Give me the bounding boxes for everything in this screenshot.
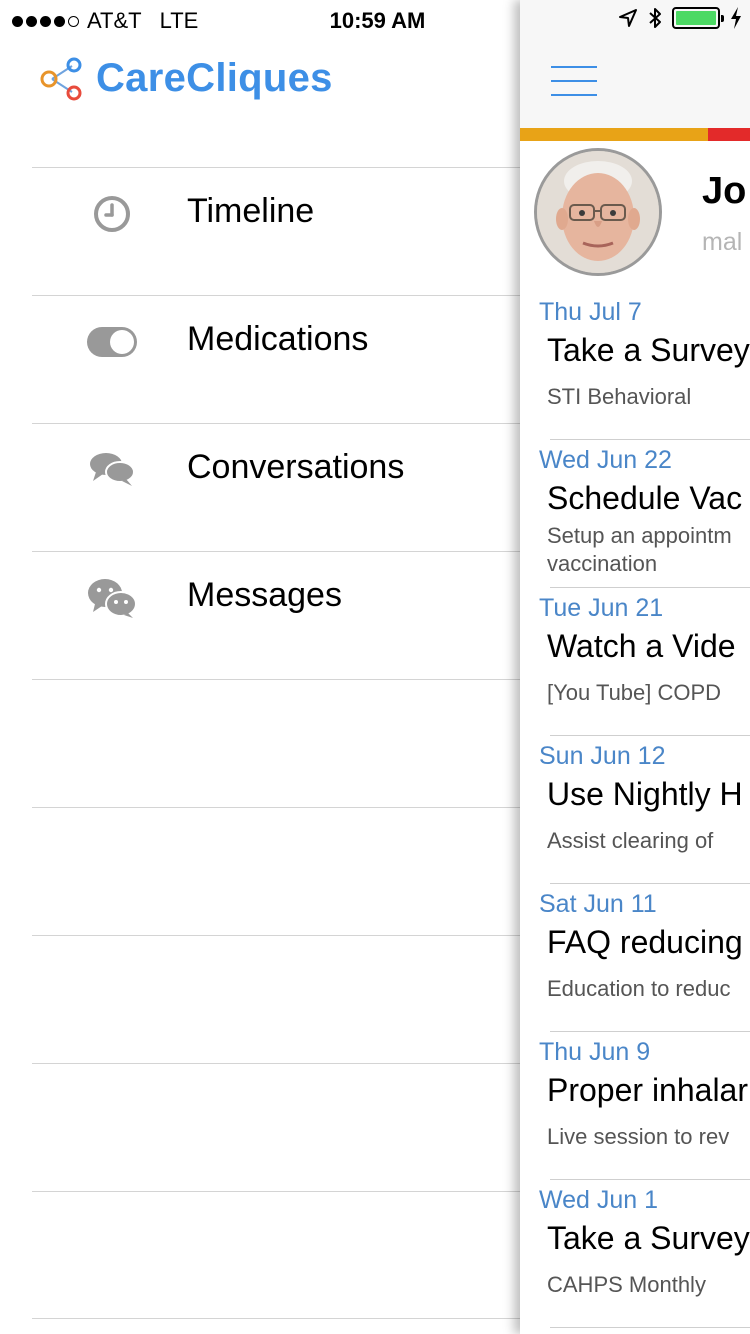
menu-list: Timeline Medications Conversations Messa… [32,167,520,1319]
menu-empty-row [32,935,520,1063]
hamburger-menu-icon[interactable] [551,66,597,96]
timeline-description: Education to reduc [547,976,731,1001]
patient-avatar[interactable] [534,148,662,276]
strip-segment-red [708,128,750,141]
menu-empty-row [32,1063,520,1191]
timeline-date: Thu Jul 7 [539,298,642,326]
timeline-title: Take a Survey [547,1220,750,1256]
menu-item-medications[interactable]: Medications [32,295,520,423]
patient-subtitle: mal [702,228,743,256]
timeline-description: Live session to rev [547,1124,730,1149]
timeline-item[interactable]: Thu Jun 9 Proper inhalar Live session to… [520,1032,750,1180]
timeline-description: Setup an appointm vaccination [547,522,732,578]
timeline-title: Schedule Vac [547,480,743,516]
timeline-description: Assist clearing of [547,828,714,853]
timeline-date: Wed Jun 22 [539,446,672,474]
app-brand: CareCliques [38,56,333,101]
timeline-date: Wed Jun 1 [539,1186,659,1214]
timeline-title: Proper inhalar [547,1072,748,1108]
timeline-title: Use Nightly H [547,776,743,812]
timeline-item[interactable]: Sat Jun 11 FAQ reducing Education to red… [520,884,750,1032]
app-title: CareCliques [96,56,333,100]
avatar-photo [537,151,659,273]
navigation-bar [520,0,750,128]
menu-empty-row [32,807,520,935]
timeline-title: Take a Survey [547,332,750,368]
timeline-date: Sun Jun 12 [539,742,666,770]
timeline-item[interactable]: Sun Jun 12 Use Nightly H Assist clearing… [520,736,750,884]
timeline-item[interactable]: Tue Jun 21 Watch a Vide [You Tube] COPD [520,588,750,736]
patient-name: Jo [702,170,747,212]
timeline-description-line: Setup an appointm [547,523,732,548]
timeline-description: [You Tube] COPD [547,680,722,705]
timeline-description-line: vaccination [547,551,658,576]
strip-segment-orange [520,128,708,141]
menu-item-label: Timeline [187,192,315,230]
timeline-date: Thu Jun 9 [539,1038,651,1066]
timeline-item[interactable]: Wed Jun 22 Schedule Vac Setup an appoint… [520,440,750,588]
menu-item-label: Conversations [187,448,405,486]
divider [550,1327,750,1328]
timeline-title: Watch a Vide [547,628,736,664]
timeline-item[interactable]: Thu Jul 7 Take a Survey STI Behavioral [520,292,750,440]
timeline-list: Thu Jul 7 Take a Survey STI Behavioral W… [520,292,750,1328]
status-color-strip [520,128,750,141]
side-menu: CareCliques Timeline Medications Convers… [0,0,520,1334]
timeline-description: CAHPS Monthly [547,1272,706,1297]
main-panel[interactable]: Jo mal Thu Jul 7 Take a Survey STI Behav… [520,0,750,1334]
carecliques-logo-icon [40,57,82,100]
timeline-title: FAQ reducing [547,924,743,960]
timeline-description: STI Behavioral [547,384,692,409]
menu-item-label: Messages [187,576,342,614]
timeline-item[interactable]: Wed Jun 1 Take a Survey CAHPS Monthly [520,1180,750,1328]
menu-empty-row [32,679,520,807]
wechat-icon [84,576,140,620]
clock-icon [84,192,140,236]
timeline-date: Sat Jun 11 [539,890,657,918]
menu-empty-row [32,1191,520,1319]
timeline-date: Tue Jun 21 [539,594,664,622]
toggle-icon [84,320,140,364]
menu-item-conversations[interactable]: Conversations [32,423,520,551]
menu-item-messages[interactable]: Messages [32,551,520,679]
menu-item-timeline[interactable]: Timeline [32,167,520,295]
chat-bubbles-icon [84,448,140,492]
menu-item-label: Medications [187,320,369,358]
